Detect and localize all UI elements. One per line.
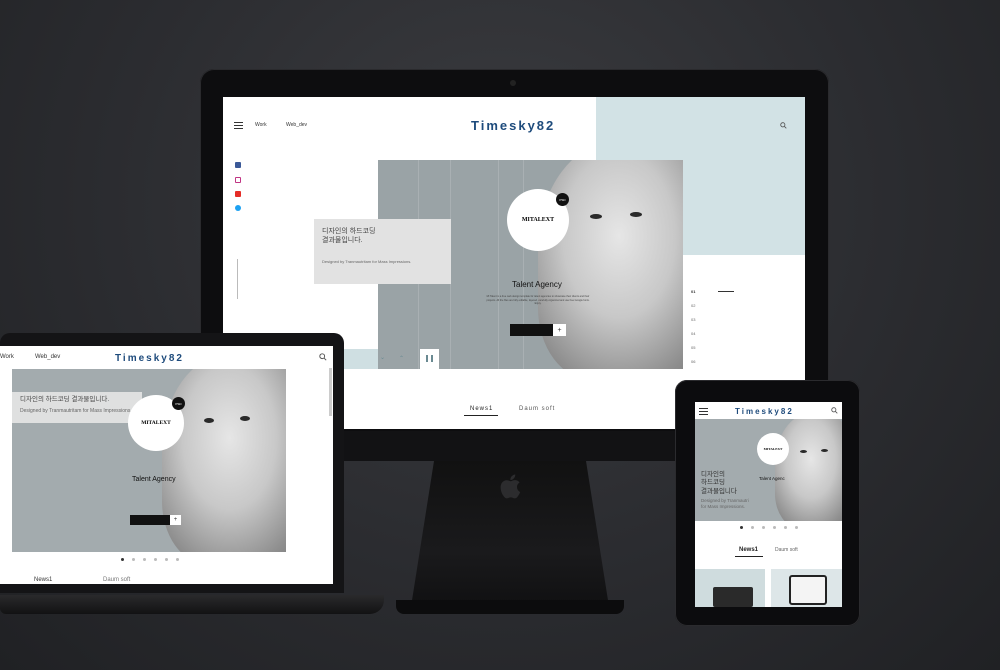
tab-active-underline <box>464 415 498 416</box>
tablet-tab-daum-soft[interactable]: Daum soft <box>775 547 798 553</box>
facebook-icon[interactable] <box>235 162 241 168</box>
pager-01[interactable]: 01 <box>691 289 695 294</box>
webcam <box>510 80 516 86</box>
laptop-hero-korean: 디자인의 하드코딩 결과물입니다. <box>20 396 110 403</box>
tab-news1[interactable]: News1 <box>470 406 493 412</box>
tablet-tab-news1[interactable]: News1 <box>739 547 758 553</box>
tablet-designed-by-line2: for Mass Impressions. <box>701 503 746 509</box>
pager-active-line <box>718 291 734 292</box>
laptop-hero-title: Talent Agency <box>132 476 176 483</box>
cta-button[interactable] <box>510 324 553 336</box>
tablet-korean-line3: 결과물입니다 <box>701 487 737 495</box>
laptop-designed-by: Designed by Tranmautritam for Mass Impre… <box>20 408 132 414</box>
instagram-icon[interactable] <box>235 177 241 183</box>
pager-05[interactable]: 05 <box>691 345 695 350</box>
model-photo <box>538 160 683 369</box>
tablet-slide-dot-1[interactable] <box>740 526 743 529</box>
psd-tag: PSD <box>556 193 569 206</box>
slide-dot-1[interactable] <box>121 558 124 561</box>
laptop-logo[interactable]: Timesky82 <box>115 353 184 364</box>
hero-title: Talent Agency <box>512 280 562 289</box>
tablet-screen: Timesky82 MITALEXT 디자인의 하드코딩 결과물입니다 Tale… <box>695 402 842 607</box>
tablet-hero-korean: 디자인의 하드코딩 결과물입니다 <box>701 471 737 496</box>
tablet-brand-badge: MITALEXT <box>757 433 789 465</box>
pager-02[interactable]: 02 <box>691 303 695 308</box>
slide-dot-3[interactable] <box>143 558 146 561</box>
tablet-slide-dot-4[interactable] <box>773 526 776 529</box>
tablet-badge-logo: MITALEXT <box>763 447 783 451</box>
tablet-slide-dot-5[interactable] <box>784 526 787 529</box>
slide-dot-6[interactable] <box>176 558 179 561</box>
tab-daum-soft[interactable]: Daum soft <box>519 406 555 412</box>
pager-06[interactable]: 06 <box>691 359 695 364</box>
nav-web-dev[interactable]: Web_dev <box>286 122 307 128</box>
badge-logo: MITALEXT <box>521 217 555 223</box>
news-thumbnail-1[interactable] <box>695 569 765 607</box>
plus-icon[interactable]: + <box>170 515 181 525</box>
tablet-logo[interactable]: Timesky82 <box>735 407 794 416</box>
hero-caption-box: 디자인의 하드코딩 결과물입니다. Designed by Tranmautri… <box>314 219 451 284</box>
pause-button[interactable] <box>420 349 439 369</box>
hero-designed-by: Designed by Tranmautritam for Mass Impre… <box>322 259 412 264</box>
search-icon[interactable] <box>831 407 838 414</box>
hamburger-icon[interactable] <box>234 122 243 129</box>
tablet-korean-line2: 하드코딩 <box>701 479 725 487</box>
tablet-designed-by-line1: Designed by Tranmautri <box>701 498 749 503</box>
news-thumbnail-2[interactable] <box>771 569 842 607</box>
laptop-tab-news1[interactable]: News1 <box>34 577 52 583</box>
imac-foot <box>396 600 624 614</box>
search-icon[interactable] <box>319 353 327 361</box>
hero-description: MI Talent is a free web design template … <box>486 295 590 305</box>
laptop-screen: Work Web_dev Timesky82 디자인의 하드코딩 결과물입니다.… <box>0 346 333 584</box>
apple-logo-icon <box>500 474 521 499</box>
hamburger-icon[interactable] <box>699 408 708 415</box>
laptop-nav-work[interactable]: Work <box>0 354 14 360</box>
scroll-indicator <box>237 259 238 299</box>
youtube-icon[interactable] <box>235 191 241 197</box>
laptop-scrollbar[interactable] <box>329 368 332 416</box>
tablet-slide-dot-6[interactable] <box>795 526 798 529</box>
site-logo[interactable]: Timesky82 <box>471 118 555 133</box>
pager-03[interactable]: 03 <box>691 317 695 322</box>
hero-korean-line2: 결과물입니다. <box>322 237 363 245</box>
slide-dot-2[interactable] <box>132 558 135 561</box>
plus-icon[interactable]: + <box>553 324 566 336</box>
laptop-base <box>0 595 384 614</box>
tablet-designed-by: Designed by Tranmautri for Mass Impressi… <box>701 498 749 510</box>
chevron-down-icon[interactable]: ⌄ <box>380 354 385 361</box>
chevron-up-icon[interactable]: ⌃ <box>399 355 404 362</box>
slide-dot-4[interactable] <box>154 558 157 561</box>
laptop-tab-daum-soft[interactable]: Daum soft <box>103 577 130 583</box>
slide-dot-5[interactable] <box>165 558 168 561</box>
pager-04[interactable]: 04 <box>691 331 695 336</box>
laptop-psd-tag: PSD <box>172 397 185 410</box>
laptop-cta-button[interactable] <box>130 515 170 525</box>
laptop-nav-web-dev[interactable]: Web_dev <box>35 354 60 360</box>
search-icon[interactable] <box>780 122 787 129</box>
tablet-model-photo <box>775 419 842 521</box>
nav-work[interactable]: Work <box>255 122 267 128</box>
laptop-caption-box: 디자인의 하드코딩 결과물입니다. Designed by Tranmautri… <box>12 392 142 423</box>
tablet-slide-dot-3[interactable] <box>762 526 765 529</box>
tablet-slide-dot-2[interactable] <box>751 526 754 529</box>
tablet-tab-underline <box>735 556 763 557</box>
pause-icon <box>426 355 428 362</box>
tablet-hero-title: Talent Agenc <box>759 476 785 481</box>
twitter-icon[interactable] <box>235 205 241 211</box>
hero-korean-line1: 디자인의 하드코딩 <box>322 228 376 235</box>
laptop-badge-logo: MITALEXT <box>141 420 171 426</box>
